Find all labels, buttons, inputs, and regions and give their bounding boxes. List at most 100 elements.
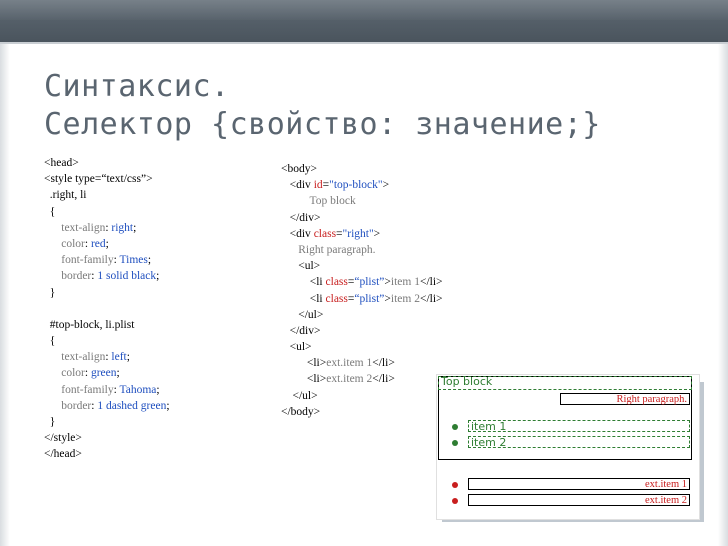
left-edge-gradient: [0, 44, 10, 546]
tag-open: <div: [289, 179, 314, 192]
slide-header-bar: [0, 0, 728, 42]
tag-close: </div>: [289, 324, 321, 337]
bullet-dot-icon: [452, 440, 458, 446]
attr-value: "right": [342, 227, 374, 240]
code-line: font-family: Times;: [61, 254, 152, 267]
bullet-dot-icon: [452, 498, 458, 504]
bullet-dot-icon: [452, 424, 458, 430]
tag-open: <div: [289, 227, 314, 240]
tag-close: </li>: [419, 276, 443, 289]
slide-title: Синтаксис. Селектор {свойство: значение;…: [44, 68, 704, 144]
bullet-dot-icon: [452, 482, 458, 488]
tag-open: <li: [309, 276, 326, 289]
text-node: Top block: [309, 195, 356, 208]
tag-close: </div>: [289, 211, 321, 224]
header-shine: [0, 0, 728, 20]
css-property: font-family: [61, 254, 114, 267]
code-line: color: red;: [61, 237, 109, 250]
code-line: <body>: [281, 163, 317, 175]
tag-close: </ul>: [298, 308, 324, 321]
code-line: font-family: Tahoma;: [61, 383, 160, 396]
css-value: right: [111, 221, 134, 234]
code-line: {: [44, 205, 56, 218]
css-property: border: [61, 399, 92, 412]
code-line: </style>: [44, 432, 82, 445]
css-value: left: [111, 351, 127, 364]
attr-name: class: [325, 292, 348, 305]
tag-open: <li>: [306, 357, 327, 370]
code-line: Top block: [281, 193, 443, 209]
css-property: text-align: [61, 221, 106, 234]
code-line: border: 1 dashed green;: [61, 399, 170, 412]
list-item: item 1: [468, 420, 690, 433]
code-line: {: [44, 335, 56, 348]
attr-value: “plist”: [354, 292, 385, 305]
css-property: text-align: [61, 351, 106, 364]
code-line: #top-block, li.plist: [44, 318, 135, 331]
code-line: <head>: [44, 157, 79, 169]
tag-bracket: >: [382, 179, 390, 192]
text-node: item 1: [390, 276, 420, 289]
text-node: ext.item 2: [326, 373, 373, 386]
list-item: ext.item 2: [468, 494, 690, 506]
code-line: }: [44, 286, 56, 299]
code-line: <div id="top-block">: [289, 179, 390, 192]
css-value: Times: [119, 254, 148, 267]
top-block-label: Top block: [441, 375, 493, 388]
css-value: 1 dashed green: [97, 399, 167, 412]
css-value: green: [90, 367, 117, 380]
code-line: <li>ext.item 2</li>: [281, 371, 443, 387]
right-paragraph-box: Right paragraph.: [560, 393, 690, 405]
attr-name: class: [325, 276, 348, 289]
code-line: <ul>: [281, 339, 443, 355]
code-line: text-align: right;: [61, 221, 137, 234]
tag-open: <li>: [306, 373, 327, 386]
code-line: <ul>: [281, 258, 443, 274]
css-property: border: [61, 270, 92, 283]
code-line: }: [44, 416, 56, 428]
code-line: <div class="right">: [289, 227, 381, 240]
attr-name: class: [313, 227, 337, 240]
attr-value: "top-block": [329, 179, 383, 192]
code-line: color: green;: [61, 367, 120, 380]
tag-close: </li>: [372, 357, 395, 370]
code-line: </head>: [44, 448, 82, 461]
tag-bracket: >: [373, 227, 381, 240]
css-property: color: [61, 367, 85, 380]
code-line: <style type=“text/css”>: [44, 173, 153, 186]
code-line: </div>: [281, 210, 443, 226]
code-line: <li class=“plist”>item 2</li>: [309, 292, 443, 305]
code-line: text-align: left;: [61, 351, 130, 364]
tag-open: <li: [309, 292, 326, 305]
header-divider: [0, 42, 728, 44]
code-line: </ul>: [281, 307, 443, 323]
attr-value: “plist”: [354, 276, 385, 289]
css-property: color: [61, 237, 85, 250]
html-code-block: <body> <div id="top-block"> Top block </…: [281, 161, 443, 420]
slide-title-line-2: Селектор {свойство: значение;}: [44, 107, 601, 142]
right-edge-gradient: [718, 44, 728, 546]
code-line: </body>: [281, 405, 321, 418]
tag-close: </ul>: [292, 389, 318, 402]
css-value: red: [90, 237, 106, 250]
tag-close: </li>: [419, 292, 443, 305]
tag-open: <ul>: [289, 341, 312, 354]
text-node: ext.item 1: [326, 357, 373, 370]
css-value: Tahoma: [119, 383, 157, 396]
text-node: Right paragraph.: [298, 243, 376, 256]
tag-close: </li>: [372, 373, 395, 386]
css-code-block: <head> <style type=“text/css”> .right, l…: [44, 155, 170, 463]
code-line: <li class=“plist”>item 1</li>: [309, 276, 443, 289]
tag-open: <ul>: [298, 260, 321, 273]
slide-title-line-1: Синтаксис.: [44, 69, 230, 104]
top-block-title-box: Top block: [438, 375, 692, 390]
css-property: font-family: [61, 383, 114, 396]
list-item: ext.item 1: [468, 478, 690, 490]
code-line: </ul>: [281, 388, 443, 404]
code-line: border: 1 solid black;: [61, 270, 160, 283]
code-line: .right, li: [44, 189, 87, 202]
code-line: </div>: [281, 323, 443, 339]
code-line: Right paragraph.: [281, 242, 443, 258]
attr-name: id: [313, 179, 323, 192]
